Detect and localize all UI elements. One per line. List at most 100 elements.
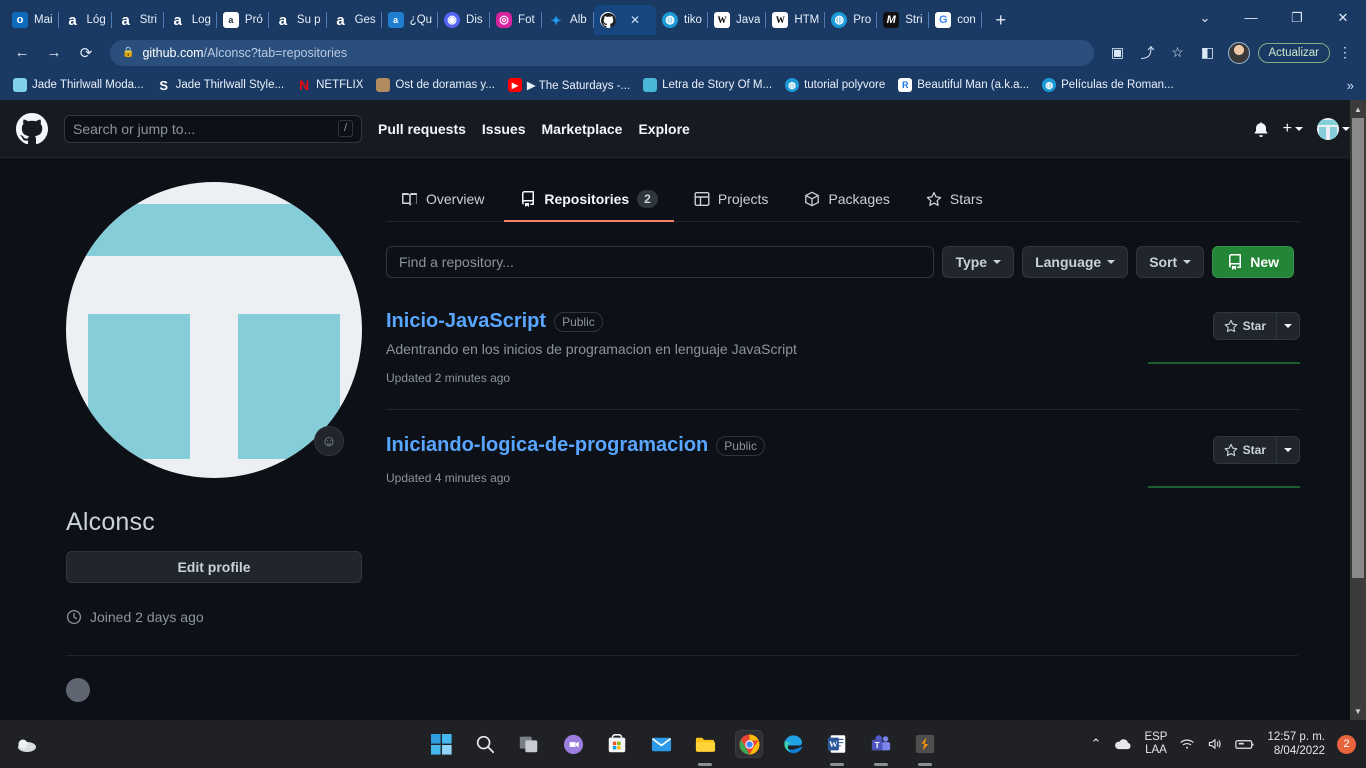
new-repository-button[interactable]: New [1212,246,1294,278]
share-icon[interactable]: ⤴ [1134,39,1162,67]
edge-icon[interactable] [780,731,806,757]
browser-tab[interactable]: Gcon [929,5,982,35]
bookmark-item[interactable]: ◍ tutorial polyvore [780,76,890,94]
bell-icon[interactable] [1253,121,1269,137]
scroll-up-arrow-icon[interactable]: ▲ [1350,100,1366,118]
browser-tab[interactable]: ◍ tiko [656,5,709,35]
browser-tab[interactable]: M Stri [877,5,930,35]
page-scrollbar[interactable]: ▲ ▼ [1350,100,1366,720]
volume-icon[interactable] [1207,737,1223,751]
account-menu[interactable] [1317,117,1350,140]
browser-tab[interactable]: a Lóg [59,5,112,35]
split-screen-icon[interactable]: ◧ [1194,39,1222,67]
close-tab-icon[interactable]: ✕ [630,13,640,27]
minimize-button[interactable]: — [1228,0,1274,35]
bookmark-item[interactable]: S Jade Thirlwall Style... [152,76,289,94]
mail-icon[interactable] [648,731,674,757]
tab-stars[interactable]: Stars [910,183,999,221]
browser-tab[interactable]: ◎ Fot [490,5,543,35]
edit-profile-button[interactable]: Edit profile [66,551,362,583]
onedrive-icon[interactable] [1113,737,1132,751]
bookmarks-overflow-icon[interactable]: » [1347,78,1358,93]
tab-list-dropdown-button[interactable]: ⌄ [1182,0,1228,35]
browser-tab[interactable]: a Pró [217,5,269,35]
notification-badge[interactable]: 2 [1337,734,1356,754]
browser-tab-active[interactable]: ✕ [594,5,657,35]
reload-icon[interactable]: ⟳ [72,39,100,67]
address-bar[interactable]: 🔒 github.com/Alconsc?tab=repositories [110,39,1094,66]
browser-tab[interactable]: ◉ Dis [438,5,491,35]
close-window-button[interactable]: ✕ [1320,0,1366,35]
star-button[interactable]: Star [1212,436,1276,464]
browser-tab[interactable]: a ¿Qu [382,5,439,35]
chat-icon[interactable] [560,731,586,757]
browser-tab[interactable]: ✦ Alb [542,5,595,35]
folder-icon[interactable] [692,731,718,757]
create-new-menu[interactable]: + [1283,120,1303,138]
update-button[interactable]: Actualizar [1257,42,1330,63]
weather-widget-icon[interactable] [14,731,40,757]
repository-link[interactable]: Iniciando-logica-de-programacion [386,434,708,457]
language-indicator[interactable]: ESP LAA [1144,731,1167,757]
browser-profile-avatar[interactable] [1227,41,1250,64]
tab-repositories[interactable]: Repositories 2 [504,182,674,222]
language-line-1: ESP [1144,731,1168,743]
browser-tab[interactable]: a Su p [269,5,327,35]
maximize-button[interactable]: ❐ [1274,0,1320,35]
scroll-down-arrow-icon[interactable]: ▼ [1350,702,1366,720]
type-filter-button[interactable]: Type [942,246,1015,278]
bookmark-item[interactable]: Jade Thirlwall Moda... [8,76,149,94]
chrome-icon[interactable] [735,730,763,758]
browser-menu-icon[interactable]: ⋮ [1332,44,1358,61]
browser-tab[interactable]: a Ges [327,5,382,35]
battery-icon[interactable] [1235,738,1255,751]
bookmark-item[interactable]: ▶ ▶ The Saturdays -... [503,76,635,94]
start-button[interactable] [428,731,454,757]
search-icon[interactable] [472,731,498,757]
browser-tab[interactable]: o Mai [6,5,59,35]
star-button[interactable]: Star [1212,312,1276,340]
nav-link-explore[interactable]: Explore [638,121,689,137]
set-status-emoji-icon[interactable]: ☺ [314,426,344,456]
tab-overview[interactable]: Overview [386,183,500,221]
browser-tab[interactable]: a Stri [112,5,164,35]
bookmark-item[interactable]: Letra de Story Of M... [638,76,777,94]
browser-tab[interactable]: ◍ Pro [825,5,878,35]
new-tab-button[interactable]: + [986,5,1016,35]
tab-projects[interactable]: Projects [678,183,785,221]
store-icon[interactable] [604,731,630,757]
nav-link-marketplace[interactable]: Marketplace [542,121,623,137]
browser-tab[interactable]: W Java [708,5,767,35]
nav-link-pull-requests[interactable]: Pull requests [378,121,466,137]
star-dropdown-button[interactable] [1276,312,1300,340]
favorite-star-icon[interactable]: ☆ [1164,39,1192,67]
back-icon[interactable]: ← [8,39,36,67]
forward-icon[interactable]: → [40,39,68,67]
bookmark-label: ▶ The Saturdays -... [526,80,631,92]
scrollbar-thumb[interactable] [1352,118,1364,578]
sort-filter-button[interactable]: Sort [1136,246,1205,278]
language-filter-button[interactable]: Language [1022,246,1129,278]
wifi-icon[interactable] [1179,737,1195,751]
bookmark-item[interactable]: ◍ Películas de Roman... [1037,76,1179,94]
browser-tab[interactable]: a Log [164,5,217,35]
collections-icon[interactable]: ▣ [1104,39,1132,67]
teams-icon[interactable]: T [868,731,894,757]
search-input[interactable]: Search or jump to... / [64,114,362,143]
sublime-icon[interactable] [912,731,938,757]
word-icon[interactable]: W [824,731,850,757]
nav-link-issues[interactable]: Issues [482,121,526,137]
task-view-icon[interactable] [516,731,542,757]
star-dropdown-button[interactable] [1276,436,1300,464]
browser-tab[interactable]: W HTM [766,5,826,35]
bookmark-item[interactable]: N NETFLIX [292,76,368,94]
github-mark-icon[interactable] [16,112,48,145]
clock[interactable]: 12:57 p. m. 8/04/2022 [1267,730,1325,758]
bookmark-item[interactable]: Ost de doramas y... [371,76,500,94]
tray-overflow-icon[interactable]: ⌃ [1091,736,1102,752]
repository-link[interactable]: Inicio-JavaScript [386,310,546,333]
tab-packages[interactable]: Packages [788,183,905,221]
bookmark-item[interactable]: R Beautiful Man (a.k.a... [893,76,1034,94]
type-filter-label: Type [955,254,988,270]
find-repository-input[interactable]: Find a repository... [386,246,935,278]
